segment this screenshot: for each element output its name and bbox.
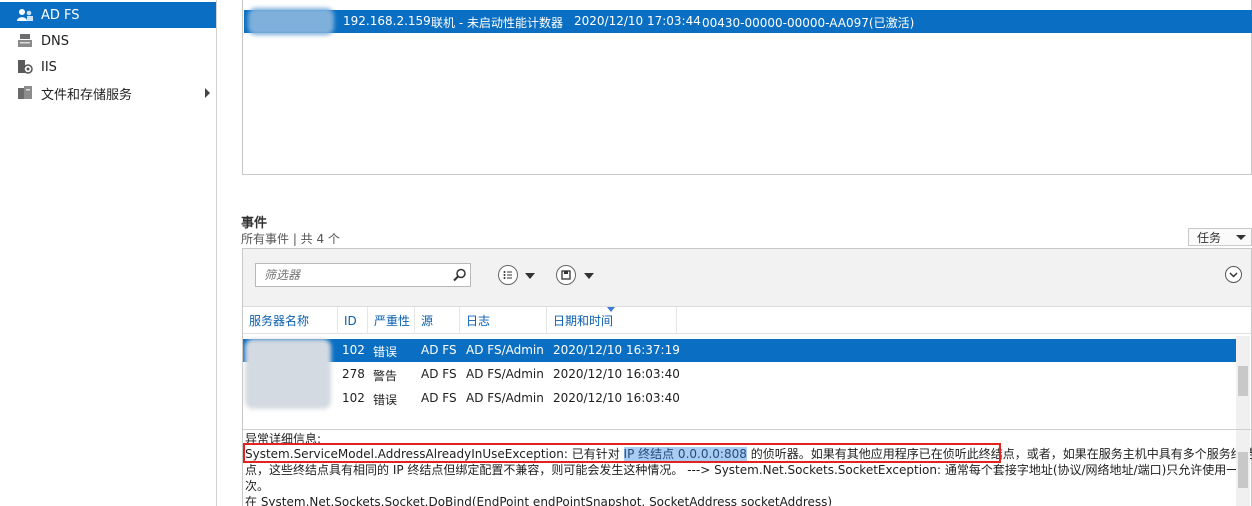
chevron-down-icon[interactable] (584, 273, 594, 279)
list-options-icon[interactable] (498, 265, 518, 285)
event-row[interactable]: 102 错误 AD FS AD FS/Admin 2020/12/10 16:3… (243, 339, 1237, 362)
dns-server-icon (16, 33, 34, 49)
scrollbar-thumb[interactable] (1238, 366, 1248, 396)
server-list-panel: 192.168.2.159 联机 - 未启动性能计数器 2020/12/10 1… (242, 0, 1252, 175)
role-navigation-pane: AD FS DNS IIS 文件和存储服务 (0, 0, 217, 506)
adfs-users-icon (16, 7, 34, 23)
nav-item-adfs[interactable]: AD FS (0, 2, 216, 28)
event-datetime: 2020/12/10 16:03:40 (553, 391, 680, 405)
column-log[interactable]: 日志 (460, 307, 547, 334)
nav-item-label: AD FS (41, 7, 80, 23)
column-severity[interactable]: 严重性 (368, 307, 415, 334)
nav-item-label: IIS (41, 59, 57, 75)
detail-line: 在 System.Net.Sockets.Socket.DoBind(EndPo… (245, 495, 833, 506)
column-source[interactable]: 源 (415, 307, 460, 334)
column-server-name[interactable]: 服务器名称 (243, 307, 338, 334)
event-id: 278 (342, 367, 365, 381)
events-scrollbar[interactable] (1236, 336, 1250, 429)
event-severity: 警告 (373, 369, 398, 383)
filter-input[interactable] (255, 263, 471, 287)
detail-line: 次。 (245, 479, 270, 493)
submenu-arrow-icon[interactable] (205, 88, 210, 98)
event-severity: 错误 (373, 345, 398, 359)
event-detail-pane: 异常详细信息: System.ServiceModel.AddressAlrea… (243, 429, 1252, 506)
save-query-icon[interactable] (556, 265, 576, 285)
event-log: AD FS/Admin (466, 391, 544, 405)
event-severity: 错误 (373, 393, 398, 407)
server-status: 联机 - 未启动性能计数器 (431, 16, 563, 30)
server-timestamp: 2020/12/10 17:03:44 (574, 14, 701, 28)
event-datetime: 2020/12/10 16:03:40 (553, 367, 680, 381)
nav-item-file-storage[interactable]: 文件和存储服务 (0, 80, 216, 106)
annotation-highlight-box (243, 443, 1001, 463)
events-panel: 服务器名称 ID 严重性 源 日志 日期和时间 102 错误 AD FS AD … (242, 248, 1252, 506)
search-icon[interactable] (453, 268, 467, 282)
events-subtitle: 所有事件 | 共 4 个 (241, 232, 340, 246)
file-storage-icon (16, 85, 34, 101)
chevron-down-icon[interactable] (525, 273, 535, 279)
event-source: AD FS (421, 343, 457, 357)
events-column-header: 服务器名称 ID 严重性 源 日志 日期和时间 (243, 307, 1251, 334)
tasks-label: 任务 (1197, 230, 1222, 245)
event-id: 102 (342, 343, 365, 357)
server-product-id: 00430-00000-00000-AA097(已激活) (702, 16, 915, 30)
event-source: AD FS (421, 391, 457, 405)
event-datetime: 2020/12/10 16:37:19 (553, 343, 680, 357)
event-id: 102 (342, 391, 365, 405)
chevron-down-icon (1236, 235, 1246, 240)
event-log: AD FS/Admin (466, 367, 544, 381)
nav-item-iis[interactable]: IIS (0, 54, 216, 80)
nav-item-label: 文件和存储服务 (41, 87, 133, 103)
column-id[interactable]: ID (338, 307, 368, 334)
server-manager-window: AD FS DNS IIS 文件和存储服务 192.168.2.159 联机 -… (0, 0, 1252, 506)
redacted-server-names (245, 339, 331, 409)
event-row[interactable]: 102 错误 AD FS AD FS/Admin 2020/12/10 16:0… (243, 387, 1237, 410)
event-row[interactable]: 278 警告 AD FS AD FS/Admin 2020/12/10 16:0… (243, 363, 1237, 386)
nav-item-label: DNS (41, 33, 69, 49)
server-ip: 192.168.2.159 (343, 14, 431, 28)
nav-item-dns[interactable]: DNS (0, 28, 216, 54)
iis-icon (16, 59, 34, 75)
events-title: 事件 (241, 216, 268, 231)
server-row[interactable]: 192.168.2.159 联机 - 未启动性能计数器 2020/12/10 1… (244, 8, 1252, 35)
expand-collapse-icon[interactable] (1225, 266, 1242, 283)
detail-line: 点，这些终结点具有相同的 IP 终结点但绑定配置不兼容，则可能会发生这种情况。 … (245, 463, 1239, 477)
sort-indicator-icon (607, 307, 615, 312)
filter-toolbar (243, 249, 1251, 307)
event-log: AD FS/Admin (466, 343, 544, 357)
detail-scrollbar[interactable] (1236, 430, 1250, 506)
scrollbar-thumb[interactable] (1238, 452, 1248, 488)
tasks-dropdown[interactable]: 任务 (1188, 228, 1252, 246)
redacted-server-name (248, 8, 334, 35)
event-source: AD FS (421, 367, 457, 381)
